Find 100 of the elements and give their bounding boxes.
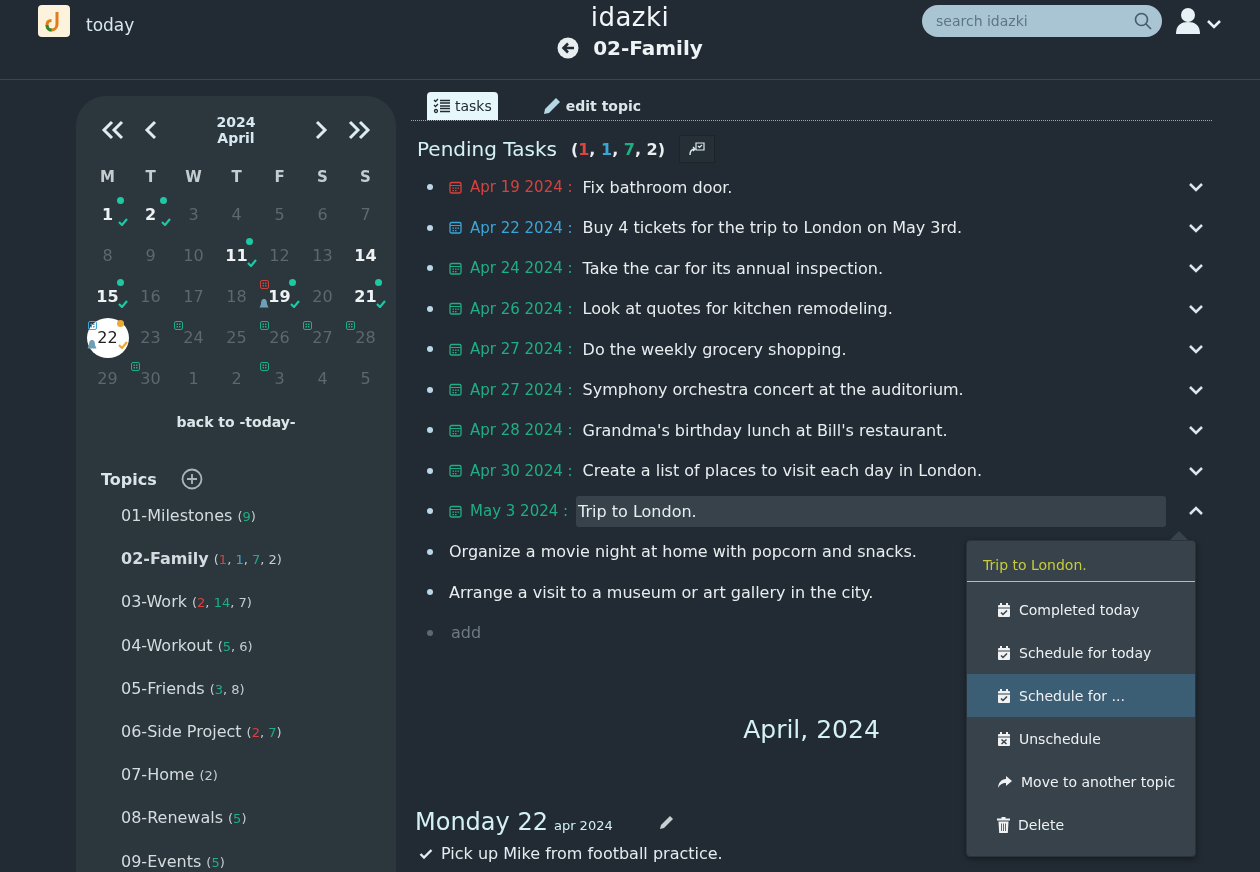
task-text[interactable]: Fix bathroom door. bbox=[580, 171, 1166, 203]
calendar-day[interactable]: 2 bbox=[129, 194, 172, 235]
topic-item[interactable]: 08-Renewals bbox=[121, 808, 224, 829]
calendar-day[interactable]: 14 bbox=[344, 235, 387, 276]
chevron-down-icon bbox=[1188, 384, 1204, 395]
topic-item[interactable]: 01-Milestones bbox=[121, 506, 233, 526]
expand-toggle[interactable] bbox=[1188, 465, 1204, 476]
task-counts: (1, 1, 7, 2) bbox=[570, 139, 666, 159]
calendar-day[interactable]: 1 bbox=[86, 194, 129, 235]
task-date: Apr 27 2024 : bbox=[470, 340, 573, 359]
expand-toggle[interactable] bbox=[1188, 506, 1204, 517]
topic-item[interactable]: 09-Events bbox=[121, 851, 202, 872]
task-count: (5) bbox=[206, 854, 225, 871]
expand-toggle[interactable] bbox=[1188, 222, 1204, 233]
expand-toggle[interactable] bbox=[1188, 182, 1204, 193]
topic-item[interactable]: 02-Family bbox=[121, 549, 209, 570]
task-count: (2) bbox=[199, 768, 218, 785]
menu-item[interactable]: Schedule for today bbox=[967, 631, 1195, 674]
search-icon bbox=[1134, 12, 1152, 30]
tab[interactable]: tasks bbox=[427, 92, 498, 120]
task-count: (5, 6) bbox=[217, 638, 253, 655]
entry-text: Pick up Mike from football practice. bbox=[441, 844, 723, 863]
add-task-field[interactable]: add bbox=[449, 622, 653, 644]
chevron-up-icon bbox=[1188, 506, 1204, 517]
calendar-day[interactable]: 11 bbox=[215, 235, 258, 276]
task-text[interactable]: Look at quotes for kitchen remodeling. bbox=[580, 293, 1166, 325]
calendar-day[interactable]: 15 bbox=[86, 276, 129, 317]
calendar-icon bbox=[449, 302, 462, 316]
reschedule-button[interactable] bbox=[679, 135, 716, 163]
expand-toggle[interactable] bbox=[1188, 384, 1204, 395]
tab[interactable]: edit topic bbox=[535, 92, 648, 120]
topics-heading: Topics bbox=[101, 469, 157, 489]
pending-tasks-heading: Pending Tasks bbox=[417, 137, 557, 161]
topic-item[interactable]: 05-Friends bbox=[121, 678, 205, 699]
chevron-down-icon bbox=[1188, 222, 1204, 233]
task-date: Apr 26 2024 : bbox=[470, 299, 573, 318]
checkbox-arrow-icon bbox=[688, 141, 707, 157]
expand-toggle[interactable] bbox=[1188, 263, 1204, 274]
topic-item[interactable]: 07-Home bbox=[121, 765, 195, 786]
task-text[interactable]: Do the weekly grocery shopping. bbox=[580, 333, 1166, 365]
task-count: (1, 1, 7, 2) bbox=[213, 552, 282, 569]
calendar-icon bbox=[449, 342, 462, 356]
task-count: (3, 8) bbox=[209, 681, 245, 698]
trash-icon bbox=[997, 816, 1010, 833]
day-date: apr 2024 bbox=[553, 818, 613, 833]
task-text[interactable]: Organize a movie night at home with popcorn and snacks. bbox=[449, 542, 917, 562]
calendar-check-icon bbox=[997, 601, 1011, 618]
menu-item[interactable]: Unschedule bbox=[967, 717, 1195, 760]
task-date: Apr 24 2024 : bbox=[470, 259, 573, 278]
weekday-label: T bbox=[144, 167, 157, 188]
task-date: May 3 2024 : bbox=[470, 502, 569, 521]
task-date: Apr 28 2024 : bbox=[470, 421, 573, 440]
calendar-month: April bbox=[217, 130, 255, 146]
app-logo[interactable] bbox=[38, 5, 70, 37]
menu-item[interactable]: Completed today bbox=[967, 588, 1195, 631]
checklist-icon bbox=[433, 98, 451, 114]
share-arrow-icon bbox=[997, 774, 1013, 789]
task-text[interactable]: Trip to London. bbox=[576, 495, 1166, 527]
add-icon[interactable] bbox=[180, 468, 203, 490]
calendar-day[interactable]: 21 bbox=[344, 276, 387, 317]
back-to-today-link[interactable]: back to -today- bbox=[176, 414, 296, 430]
chevron-down-icon bbox=[1188, 182, 1204, 193]
brand-name: idazki bbox=[590, 2, 670, 32]
calendar-day[interactable]: 19 bbox=[258, 276, 301, 317]
menu-item[interactable]: Move to another topic bbox=[967, 760, 1195, 803]
today-link[interactable]: today bbox=[86, 15, 135, 35]
task-count: (2, 7) bbox=[246, 724, 282, 741]
topic-item[interactable]: 03-Work bbox=[121, 592, 187, 613]
expand-toggle[interactable] bbox=[1188, 344, 1204, 355]
task-date: Apr 27 2024 : bbox=[470, 380, 573, 399]
task-count: (2, 14, 7) bbox=[192, 595, 252, 612]
task-text[interactable]: Arrange a visit to a museum or art gallery in the city. bbox=[449, 582, 874, 602]
chevron-down-icon bbox=[1188, 303, 1204, 314]
chevron-down-icon bbox=[1188, 263, 1204, 274]
task-date: Apr 22 2024 : bbox=[470, 218, 573, 237]
task-date: Apr 19 2024 : bbox=[470, 178, 573, 197]
pencil-icon[interactable] bbox=[658, 814, 675, 830]
menu-item[interactable]: Delete bbox=[967, 803, 1195, 846]
expand-toggle[interactable] bbox=[1188, 303, 1204, 314]
calendar-check-icon bbox=[997, 687, 1011, 704]
calendar-icon bbox=[449, 504, 462, 518]
user-menu-icon[interactable] bbox=[1176, 7, 1222, 35]
weekday-label: S bbox=[359, 167, 372, 188]
search-field[interactable]: search idazki bbox=[922, 5, 1162, 37]
topic-item[interactable]: 04-Workout bbox=[121, 635, 213, 656]
task-text[interactable]: Take the car for its annual inspection. bbox=[580, 252, 1166, 284]
task-count: (5) bbox=[228, 811, 247, 828]
expand-toggle[interactable] bbox=[1188, 425, 1204, 436]
calendar-check-icon bbox=[997, 644, 1011, 661]
weekday-label: S bbox=[316, 167, 329, 188]
menu-item[interactable]: Schedule for ... bbox=[967, 674, 1195, 717]
topic-item[interactable]: 06-Side Project bbox=[121, 721, 242, 742]
task-text[interactable]: Create a list of places to visit each day in London. bbox=[580, 455, 1166, 487]
task-text[interactable]: Grandma's birthday lunch at Bill's restaurant. bbox=[580, 414, 1166, 446]
task-date: Apr 30 2024 : bbox=[470, 461, 573, 480]
task-count: (9) bbox=[237, 509, 256, 525]
task-text[interactable]: Symphony orchestra concert at the auditorium. bbox=[580, 374, 1166, 406]
calendar-icon bbox=[449, 464, 462, 478]
task-text[interactable]: Buy 4 tickets for the trip to London on May 3rd. bbox=[580, 212, 1166, 244]
menu-title: Trip to London. bbox=[967, 541, 1195, 582]
